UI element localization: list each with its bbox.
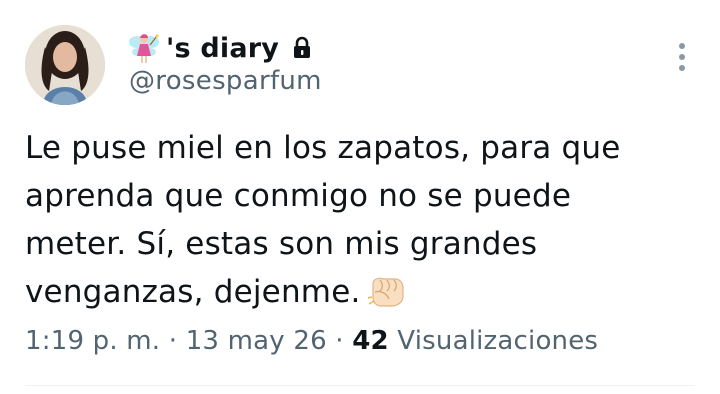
tweet-text-line: meter. Sí, estas son mis grandes [25,226,538,262]
tweet-date[interactable]: 13 may 26 [186,326,327,356]
more-options-icon[interactable] [672,40,692,74]
divider [25,385,695,386]
author-handle[interactable]: @rosesparfum [129,66,322,96]
display-name[interactable]: 's diary [166,33,279,64]
tweet-text: Le puse miel en los zapatos, para que ap… [25,124,685,316]
views-count[interactable]: 42 [352,326,389,356]
tweet-text-line-last: venganzas, dejenme. [25,268,685,316]
tweet-text-line: venganzas, dejenme. [25,274,361,310]
views-label[interactable]: Visualizaciones [389,326,598,356]
meta-separator: · [160,326,186,356]
fairy-emoji-icon [126,30,162,66]
avatar-image [25,25,105,105]
tweet-text-line: aprenda que conmigo no se puede [25,178,572,214]
author-name-row[interactable]: 's diary [126,28,313,68]
oncoming-fist-emoji-icon [367,274,405,308]
tweet-time[interactable]: 1:19 p. m. [25,326,160,356]
tweet-text-line: Le puse miel en los zapatos, para que [25,130,621,166]
tweet-meta: 1:19 p. m. · 13 may 26 · 42 Visualizacio… [25,326,598,356]
lock-icon [291,36,313,60]
tweet-card: 's diary @rosesparfum Le puse miel en lo… [0,0,720,394]
meta-separator: · [326,326,353,356]
avatar[interactable] [25,25,105,105]
